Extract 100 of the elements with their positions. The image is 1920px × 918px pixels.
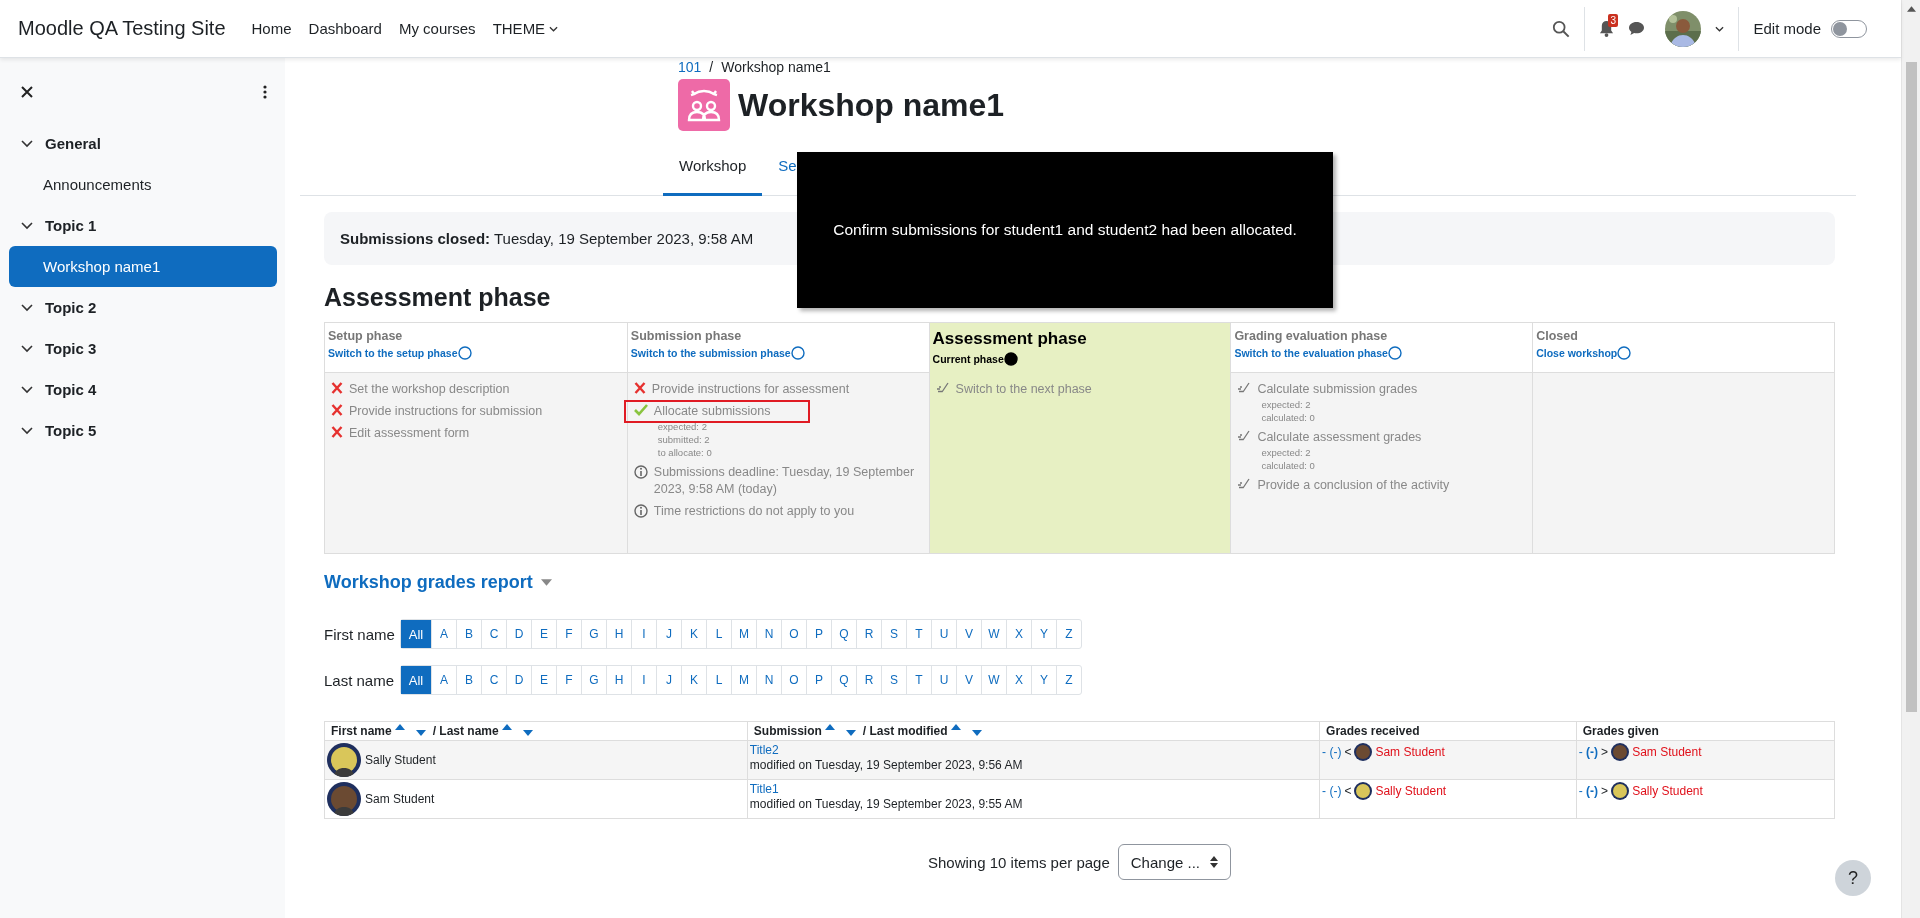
sort-descending-icon[interactable]: [522, 730, 533, 736]
course-section-item[interactable]: Topic 2: [9, 287, 277, 328]
initial-filter-button[interactable]: H: [606, 666, 631, 694]
initial-filter-button[interactable]: Q: [831, 620, 856, 648]
initial-filter-button[interactable]: W: [981, 666, 1006, 694]
initial-filter-button[interactable]: A: [431, 620, 456, 648]
sort-ascending-icon[interactable]: [394, 724, 405, 730]
initial-filter-button[interactable]: E: [531, 666, 556, 694]
initial-filter-button[interactable]: A: [431, 666, 456, 694]
sort-descending-icon[interactable]: [845, 730, 856, 736]
grade-value[interactable]: - (-): [1322, 784, 1342, 798]
switch-phase-link[interactable]: Switch to the submission phase: [630, 347, 791, 359]
initial-filter-button[interactable]: All: [401, 666, 431, 694]
initial-filter-button[interactable]: I: [631, 666, 656, 694]
user-link[interactable]: Sam Student: [1375, 745, 1445, 759]
switch-phase-link[interactable]: Switch to the setup phase: [328, 347, 458, 359]
initial-filter-button[interactable]: O: [781, 666, 806, 694]
close-icon[interactable]: [21, 86, 33, 98]
initial-filter-button[interactable]: G: [581, 666, 606, 694]
initial-filter-button[interactable]: D: [506, 620, 531, 648]
nav-link[interactable]: Dashboard: [308, 20, 382, 37]
initial-filter-button[interactable]: L: [706, 666, 731, 694]
search-icon[interactable]: [1552, 19, 1571, 38]
initial-filter-button[interactable]: O: [781, 620, 806, 648]
initial-filter-button[interactable]: C: [481, 620, 506, 648]
initial-filter-button[interactable]: Z: [1056, 666, 1081, 694]
initial-filter-button[interactable]: U: [931, 620, 956, 648]
initial-filter-button[interactable]: E: [531, 620, 556, 648]
initial-filter-button[interactable]: J: [656, 666, 681, 694]
grade-value[interactable]: - (-): [1578, 784, 1599, 798]
nav-link[interactable]: THEME: [492, 20, 559, 37]
switch-phase-link[interactable]: Close workshop: [1536, 347, 1618, 359]
column-header[interactable]: / Last name: [432, 724, 499, 738]
initial-filter-button[interactable]: M: [731, 666, 756, 694]
switch-phase-link[interactable]: Switch to the evaluation phase: [1234, 347, 1388, 359]
per-page-select[interactable]: Change ...: [1117, 844, 1231, 880]
initial-filter-button[interactable]: Z: [1056, 620, 1081, 648]
more-options-icon[interactable]: [263, 85, 267, 99]
initial-filter-button[interactable]: R: [856, 620, 881, 648]
scroll-up-icon[interactable]: [1906, 6, 1916, 12]
activity-item[interactable]: Announcements: [9, 164, 277, 205]
initial-filter-button[interactable]: M: [731, 620, 756, 648]
dropdown-caret-icon[interactable]: [540, 579, 552, 586]
sort-ascending-icon[interactable]: [824, 724, 835, 730]
user-link[interactable]: Sally Student: [1375, 784, 1447, 798]
nav-link[interactable]: Home: [251, 20, 292, 37]
initial-filter-button[interactable]: T: [906, 666, 931, 694]
course-section-item[interactable]: Topic 3: [9, 328, 277, 369]
initial-filter-button[interactable]: F: [556, 620, 581, 648]
grade-value[interactable]: - (-): [1322, 745, 1342, 759]
initial-filter-button[interactable]: U: [931, 666, 956, 694]
grade-value[interactable]: - (-): [1578, 745, 1599, 759]
initial-filter-button[interactable]: T: [906, 620, 931, 648]
initial-filter-button[interactable]: P: [806, 666, 831, 694]
initial-filter-button[interactable]: K: [681, 666, 706, 694]
initial-filter-button[interactable]: V: [956, 666, 981, 694]
initial-filter-button[interactable]: C: [481, 666, 506, 694]
initial-filter-button[interactable]: P: [806, 620, 831, 648]
initial-filter-button[interactable]: R: [856, 666, 881, 694]
scroll-thumb[interactable]: [1905, 62, 1917, 712]
sort-descending-icon[interactable]: [971, 730, 982, 736]
initial-filter-button[interactable]: I: [631, 620, 656, 648]
initial-filter-button[interactable]: S: [881, 620, 906, 648]
breadcrumb-link[interactable]: Workshop name1: [721, 59, 831, 75]
help-button[interactable]: ?: [1835, 860, 1871, 896]
activity-item[interactable]: Workshop name1: [9, 246, 277, 287]
initial-filter-button[interactable]: Y: [1031, 620, 1056, 648]
initial-filter-button[interactable]: W: [981, 620, 1006, 648]
initial-filter-button[interactable]: S: [881, 666, 906, 694]
initial-filter-button[interactable]: X: [1006, 666, 1031, 694]
site-name[interactable]: Moodle QA Testing Site: [18, 17, 226, 40]
section-toggle-link[interactable]: Workshop grades report: [324, 572, 533, 593]
sort-ascending-icon[interactable]: [950, 724, 961, 730]
user-link[interactable]: Sam Student: [1632, 745, 1702, 759]
initial-filter-button[interactable]: F: [556, 666, 581, 694]
scrollbar[interactable]: [1901, 0, 1920, 918]
initial-filter-button[interactable]: Y: [1031, 666, 1056, 694]
breadcrumb-link[interactable]: 101: [678, 59, 702, 75]
course-section-item[interactable]: Topic 5: [9, 410, 277, 451]
user-link[interactable]: Sally Student: [1632, 784, 1703, 798]
tab[interactable]: Workshop: [663, 141, 763, 196]
initial-filter-button[interactable]: All: [401, 620, 431, 648]
caret-icon[interactable]: [1715, 25, 1725, 32]
column-header[interactable]: Submission: [753, 724, 822, 738]
submission-title-link[interactable]: Title1: [749, 782, 1318, 797]
initial-filter-button[interactable]: K: [681, 620, 706, 648]
initial-filter-button[interactable]: X: [1006, 620, 1031, 648]
initial-filter-button[interactable]: B: [456, 620, 481, 648]
course-section-item[interactable]: General: [9, 123, 277, 164]
column-header[interactable]: / Last modified: [862, 724, 948, 738]
sort-ascending-icon[interactable]: [501, 724, 512, 730]
course-section-item[interactable]: Topic 1: [9, 205, 277, 246]
initial-filter-button[interactable]: L: [706, 620, 731, 648]
chat-icon[interactable]: [1628, 21, 1646, 36]
initial-filter-button[interactable]: N: [756, 620, 781, 648]
column-header[interactable]: First name: [331, 724, 392, 738]
sort-descending-icon[interactable]: [415, 730, 426, 736]
initial-filter-button[interactable]: H: [606, 620, 631, 648]
initial-filter-button[interactable]: B: [456, 666, 481, 694]
initial-filter-button[interactable]: N: [756, 666, 781, 694]
